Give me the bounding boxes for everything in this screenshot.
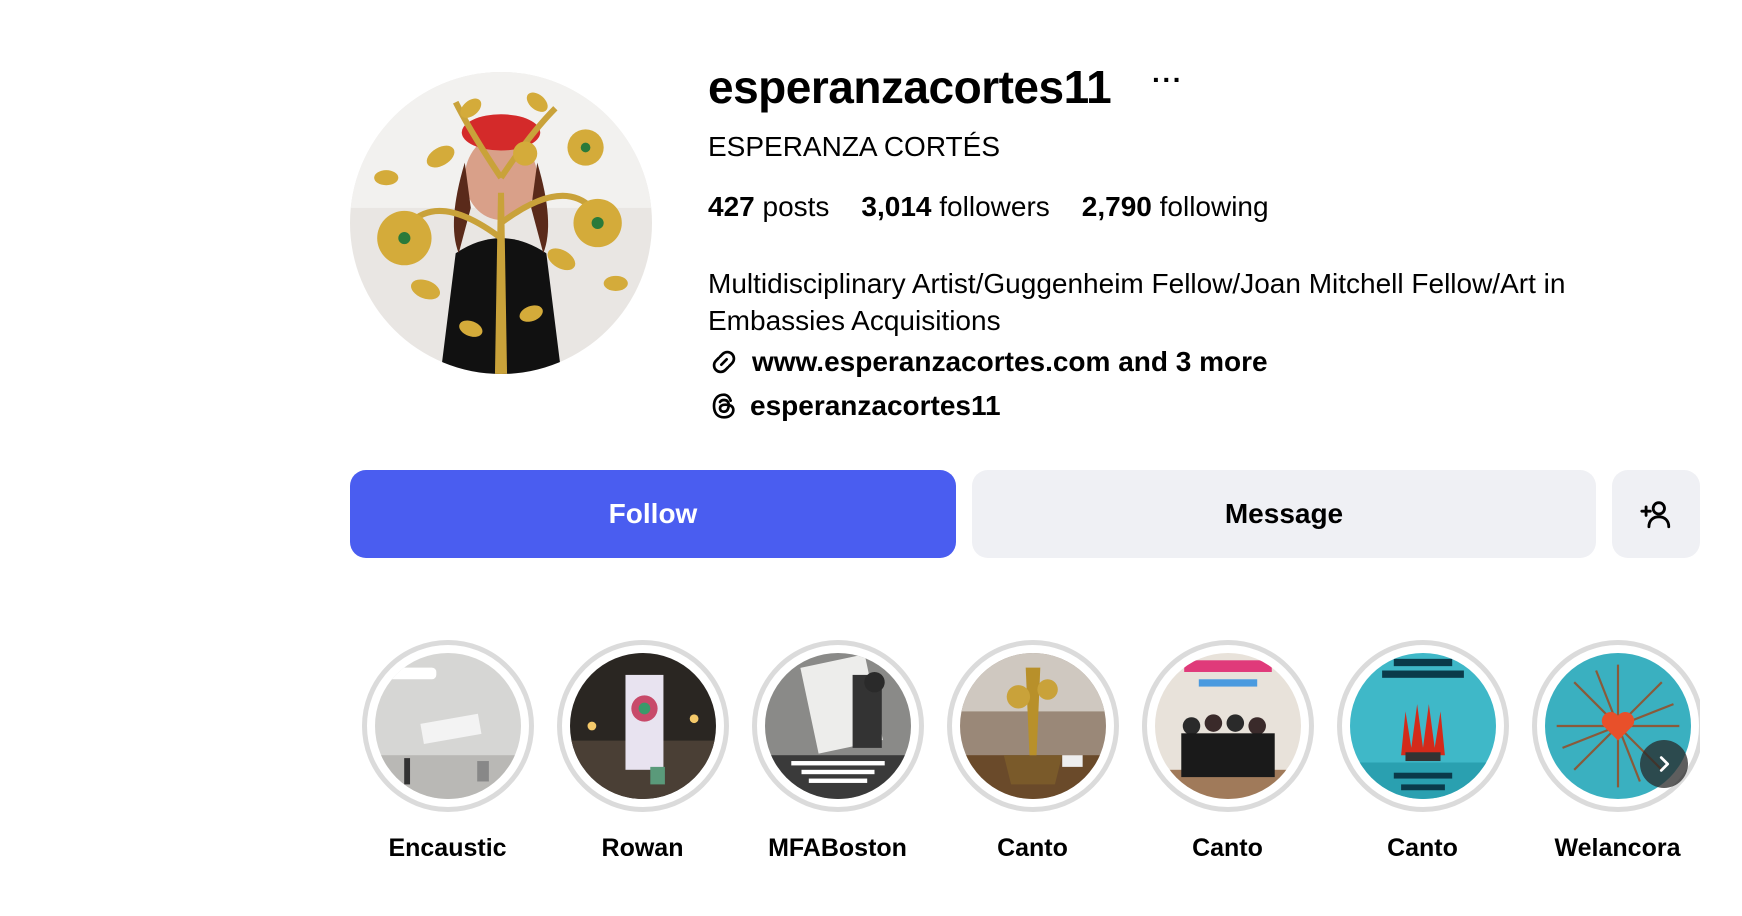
profile-username: esperanzacortes11 [708,61,1112,113]
highlight-item[interactable]: Encaustic [350,640,545,863]
highlight-cover [959,653,1106,799]
link-icon [712,350,736,374]
highlight-label: Rowan [601,834,684,862]
highlight-label: Canto [997,834,1068,862]
highlight-ring [1141,640,1314,812]
chevron-right-icon [1659,756,1670,772]
highlight-label: Welancora [1554,834,1681,862]
highlight-ring [946,640,1119,812]
highlight-label: Encaustic [388,834,507,862]
profile-external-link[interactable]: www.esperanzacortes.com and 3 more [708,346,1268,378]
profile-stats: 427 posts 3,014 followers 2,790 followin… [708,191,1269,223]
highlight-cover [764,653,911,799]
threads-handle: esperanzacortes11 [750,390,1001,421]
posts-count: 427 [708,191,755,222]
highlight-cover [1154,653,1301,799]
threads-link[interactable]: esperanzacortes11 [708,390,1001,422]
highlight-label: MFABoston [768,834,907,862]
highlight-ring [751,640,924,812]
highlight-ring [1531,640,1700,812]
followers-stat[interactable]: 3,014 followers [861,191,1049,223]
suggested-users-button[interactable] [1612,470,1700,558]
highlight-item[interactable]: Canto [1130,640,1325,863]
highlight-cover [374,653,521,799]
more-options-icon[interactable]: ··· [1152,66,1183,94]
highlight-cover [1349,653,1496,799]
threads-icon [712,393,735,419]
highlight-item[interactable]: Rowan [545,640,740,863]
story-highlights: Encaustic Rowan MFABoston Canto Canto Ca… [350,640,1700,880]
posts-label: posts [754,191,830,222]
following-count: 2,790 [1081,191,1152,222]
highlight-ring [1336,640,1509,812]
highlight-ring [556,640,729,812]
posts-stat: 427 posts [708,191,829,223]
followers-label: followers [931,191,1050,222]
profile-avatar[interactable] [350,72,652,374]
highlight-label: Canto [1192,834,1263,862]
followers-count: 3,014 [861,191,932,222]
highlight-ring [361,640,534,812]
highlight-cover [569,653,716,799]
profile-bio: Multidisciplinary Artist/Guggenheim Fell… [708,268,1566,336]
following-label: following [1151,191,1269,222]
highlight-item[interactable]: Canto [935,640,1130,863]
message-button[interactable]: Message [972,470,1596,558]
external-link-text: www.esperanzacortes.com and 3 more [752,346,1268,377]
highlight-item[interactable]: MFABoston [740,640,935,863]
highlights-next-button[interactable] [1640,740,1688,788]
profile-full-name: ESPERANZA CORTÉS [708,131,1001,162]
follow-button[interactable]: Follow [350,470,956,558]
highlight-label: Canto [1387,834,1458,862]
add-user-icon [1640,501,1671,529]
following-stat[interactable]: 2,790 following [1082,191,1269,223]
highlight-item[interactable]: Canto [1325,640,1520,863]
